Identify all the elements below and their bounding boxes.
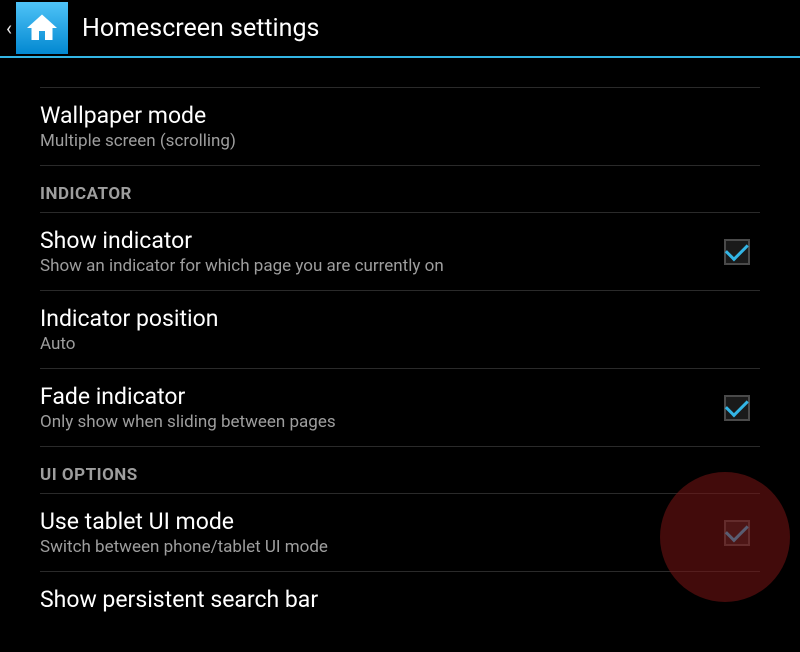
setting-title: Wallpaper mode (40, 102, 760, 129)
setting-title: Show persistent search bar (40, 586, 760, 613)
settings-list: Wallpaper mode Multiple screen (scrollin… (0, 58, 800, 621)
partial-cutoff-row (40, 58, 760, 88)
setting-use-tablet-ui[interactable]: Use tablet UI mode Switch between phone/… (40, 494, 760, 572)
setting-show-search-bar[interactable]: Show persistent search bar (40, 572, 760, 621)
back-chevron-icon[interactable]: ‹ (6, 16, 12, 40)
setting-subtitle: Show an indicator for which page you are… (40, 256, 724, 276)
setting-fade-indicator[interactable]: Fade indicator Only show when sliding be… (40, 369, 760, 447)
checkbox-use-tablet-ui[interactable] (724, 520, 750, 546)
setting-title: Fade indicator (40, 383, 724, 410)
setting-title: Indicator position (40, 305, 760, 332)
setting-subtitle: Only show when sliding between pages (40, 412, 724, 432)
checkbox-fade-indicator[interactable] (724, 395, 750, 421)
setting-indicator-position[interactable]: Indicator position Auto (40, 291, 760, 369)
setting-wallpaper-mode[interactable]: Wallpaper mode Multiple screen (scrollin… (40, 88, 760, 166)
setting-title: Show indicator (40, 227, 724, 254)
checkbox-show-indicator[interactable] (724, 239, 750, 265)
section-header-ui-options: UI OPTIONS (40, 447, 760, 494)
home-icon[interactable] (16, 2, 68, 54)
setting-show-indicator[interactable]: Show indicator Show an indicator for whi… (40, 213, 760, 291)
setting-subtitle: Switch between phone/tablet UI mode (40, 537, 724, 557)
header-bar: ‹ Homescreen settings (0, 0, 800, 58)
setting-subtitle: Auto (40, 334, 760, 354)
setting-subtitle: Multiple screen (scrolling) (40, 131, 760, 151)
setting-title: Use tablet UI mode (40, 508, 724, 535)
section-header-indicator: INDICATOR (40, 166, 760, 213)
page-title: Homescreen settings (82, 14, 319, 43)
